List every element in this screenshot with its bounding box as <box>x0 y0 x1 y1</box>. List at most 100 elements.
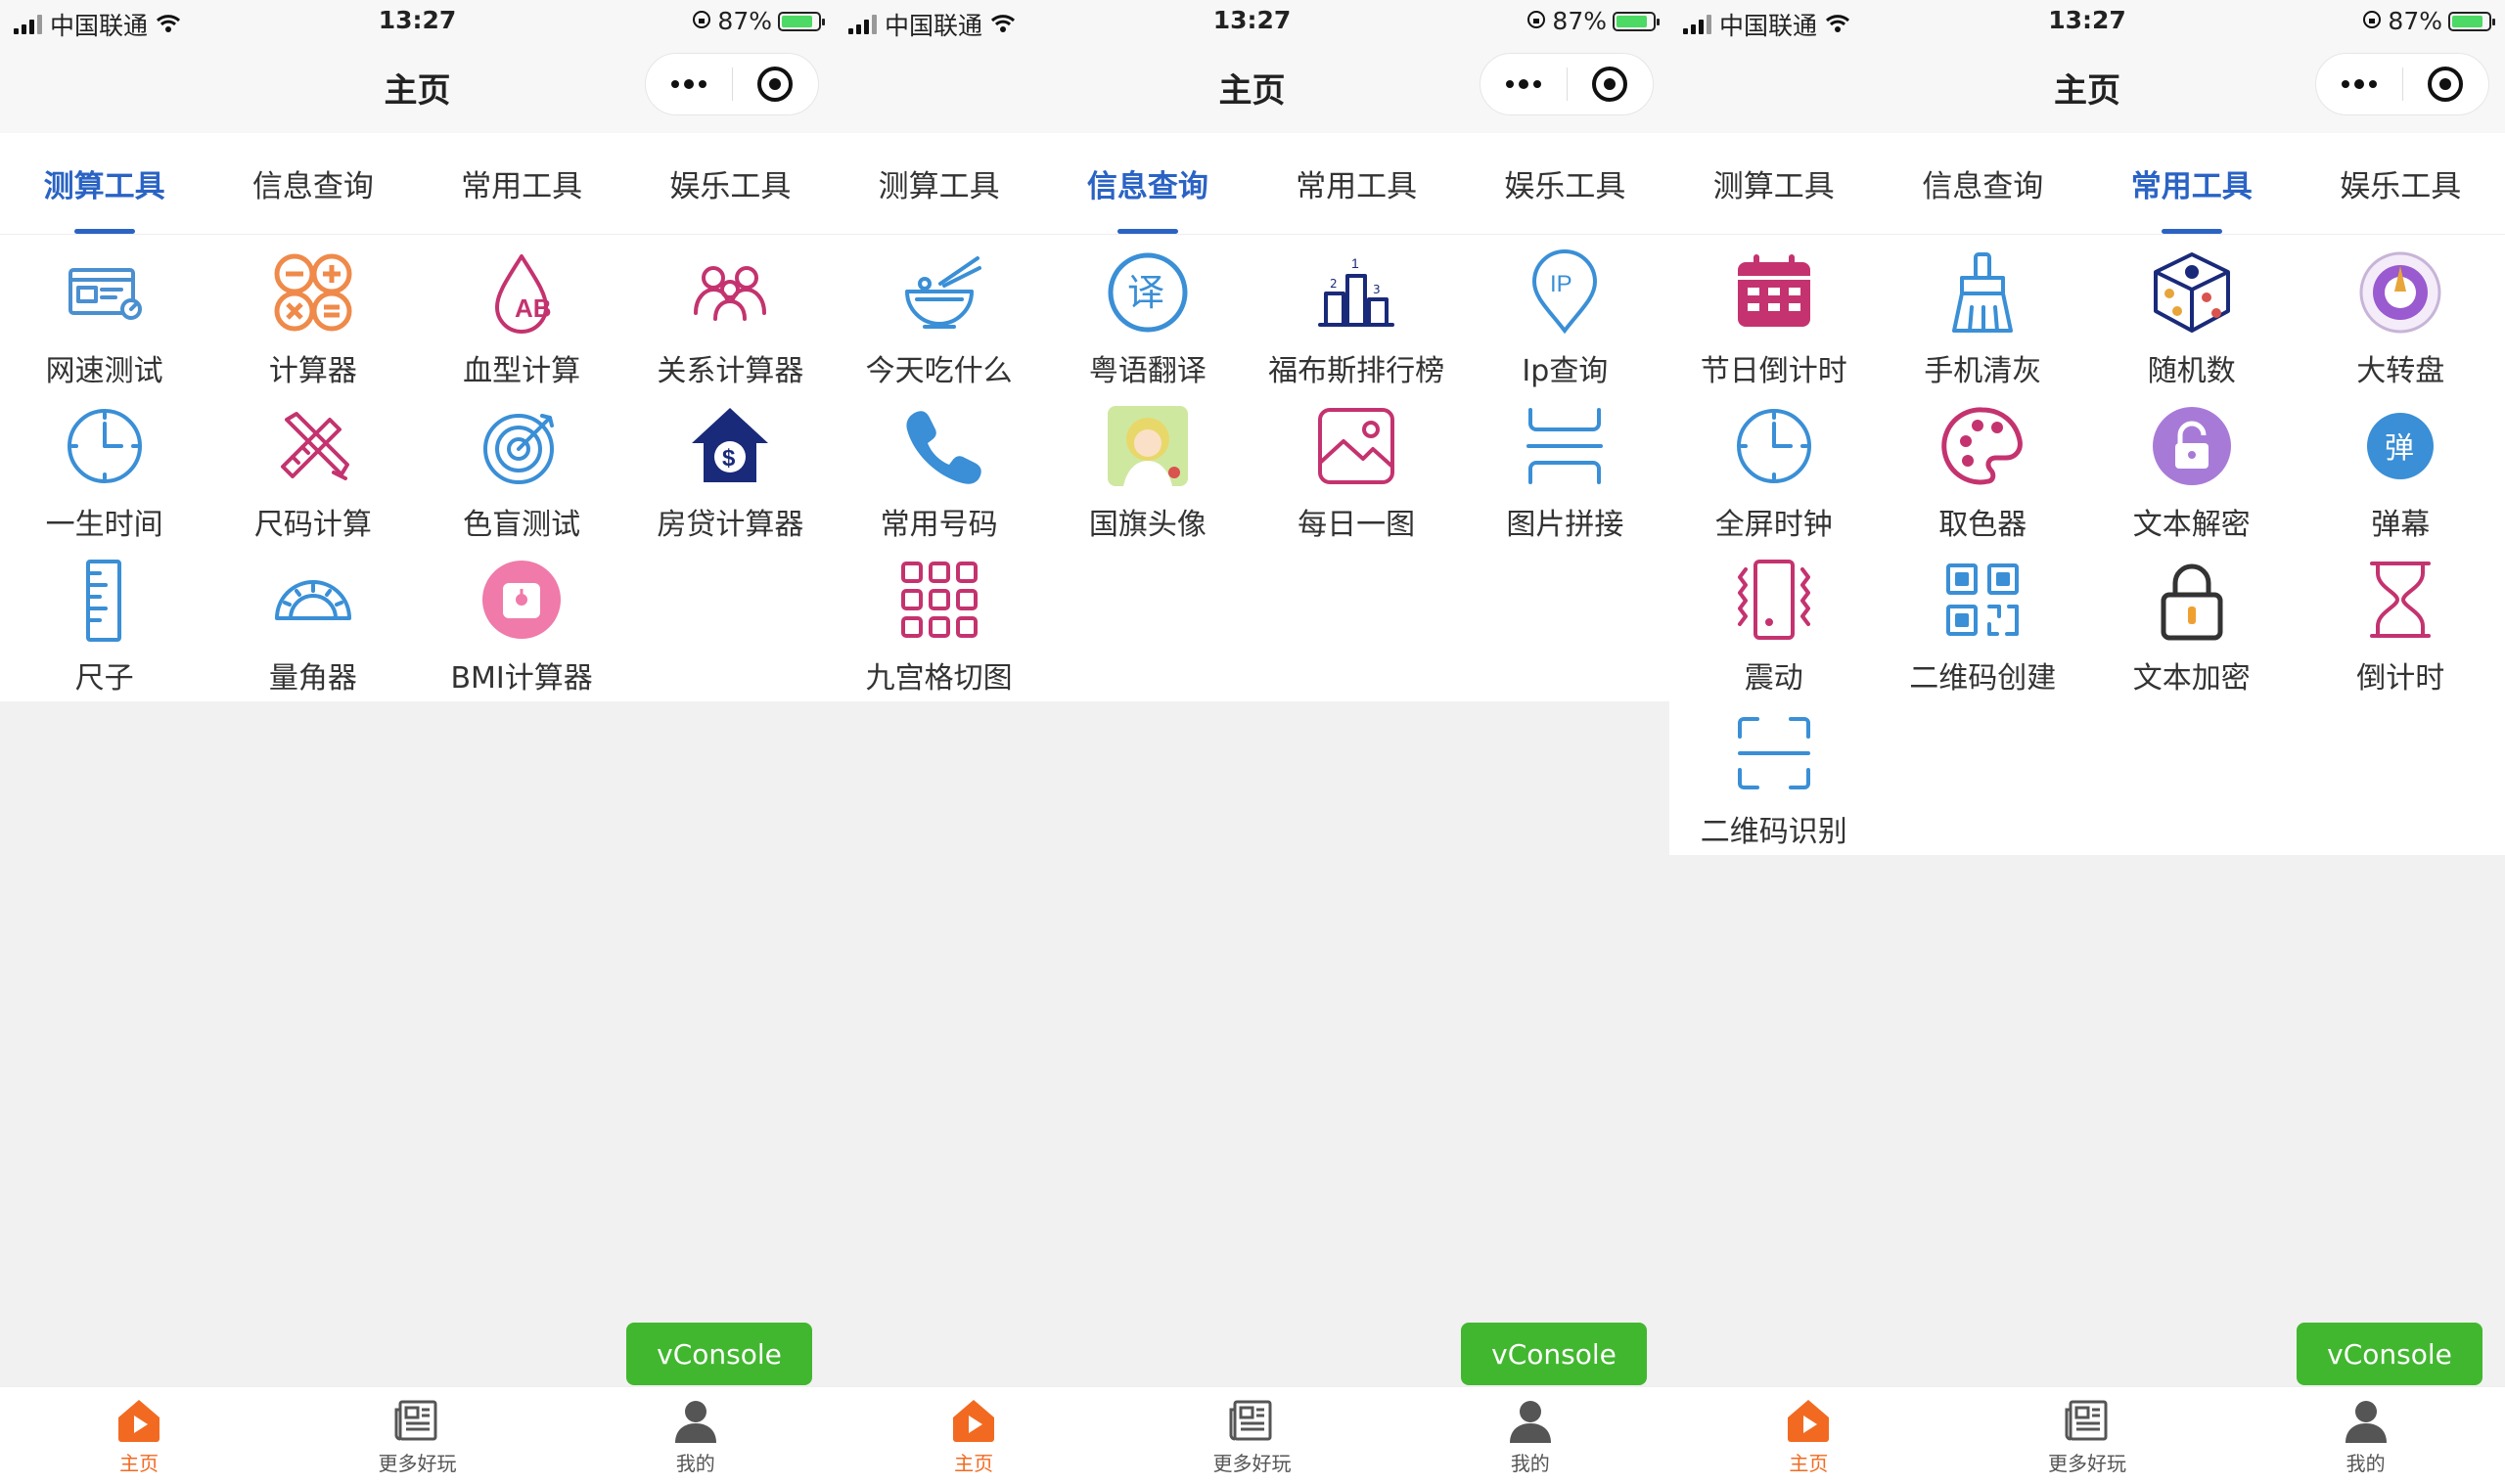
tool-label: 随机数 <box>2147 354 2236 388</box>
tool-item[interactable]: 常用号码 <box>835 388 1043 542</box>
home-play-icon <box>948 1395 999 1446</box>
tool-label: 常用号码 <box>880 508 998 542</box>
qrcode-icon <box>1937 556 2027 644</box>
house-dollar-icon: $ <box>685 402 775 490</box>
vconsole-button[interactable]: vConsole <box>2297 1323 2482 1385</box>
tool-item[interactable]: 取色器 <box>1879 388 2088 542</box>
tool-item[interactable]: 图片拼接 <box>1461 388 1669 542</box>
more-button[interactable] <box>1480 54 1567 114</box>
close-miniprogram-button[interactable] <box>1568 54 1654 114</box>
tab-1[interactable]: 信息查询 <box>1043 133 1252 234</box>
tool-item[interactable]: 尺子 <box>0 542 208 696</box>
tool-item[interactable]: 震动 <box>1669 542 1879 696</box>
tool-item[interactable]: 国旗头像 <box>1043 388 1252 542</box>
ruler-pencil-icon <box>268 402 358 490</box>
bottom-tab-1[interactable]: 更多好玩 <box>278 1387 556 1484</box>
tool-item[interactable]: 弹 弹幕 <box>2297 388 2505 542</box>
tool-label: 九宫格切图 <box>865 661 1013 696</box>
tab-0[interactable]: 测算工具 <box>1669 133 1879 234</box>
bottom-tab-bar: 主页 更多好玩 我的 <box>835 1386 1669 1484</box>
tool-item[interactable]: 全屏时钟 <box>1669 388 1879 542</box>
tab-1[interactable]: 信息查询 <box>208 133 417 234</box>
mini-program-capsule <box>2315 53 2489 115</box>
tool-item[interactable]: 今天吃什么 <box>835 235 1043 388</box>
svg-text:3: 3 <box>1373 283 1381 296</box>
close-miniprogram-button[interactable] <box>733 54 819 114</box>
target-circle-icon <box>2428 67 2464 102</box>
vconsole-button[interactable]: vConsole <box>1461 1323 1647 1385</box>
tool-item[interactable]: 每日一图 <box>1252 388 1461 542</box>
battery-icon <box>2448 11 2495 31</box>
bottom-tab-0[interactable]: 主页 <box>0 1387 278 1484</box>
tool-label: 今天吃什么 <box>865 354 1013 388</box>
tab-0[interactable]: 测算工具 <box>0 133 208 234</box>
calendar-icon <box>1729 248 1819 337</box>
unlock-icon <box>2147 402 2237 490</box>
bottom-tab-2[interactable]: 我的 <box>1391 1387 1669 1484</box>
user-icon <box>670 1395 721 1446</box>
bottom-tab-0[interactable]: 主页 <box>835 1387 1113 1484</box>
tool-item[interactable]: 文本加密 <box>2087 542 2297 696</box>
vconsole-button[interactable]: vConsole <box>626 1323 812 1385</box>
tab-3[interactable]: 娱乐工具 <box>1461 133 1669 234</box>
tool-label: 网速测试 <box>45 354 163 388</box>
more-button[interactable] <box>646 54 732 114</box>
tool-item[interactable]: 大转盘 <box>2297 235 2505 388</box>
tab-0[interactable]: 测算工具 <box>835 133 1043 234</box>
tool-label: 取色器 <box>1938 508 2027 542</box>
tool-item[interactable]: 译 粤语翻译 <box>1043 235 1252 388</box>
bottom-tab-2[interactable]: 我的 <box>557 1387 835 1484</box>
tool-item[interactable]: 倒计时 <box>2297 542 2505 696</box>
tool-item[interactable]: 随机数 <box>2087 235 2297 388</box>
tab-2[interactable]: 常用工具 <box>418 133 626 234</box>
phone-icon <box>894 402 984 490</box>
tool-item[interactable]: 手机清灰 <box>1879 235 2088 388</box>
tab-2[interactable]: 常用工具 <box>2087 133 2297 234</box>
tool-item[interactable]: AB 血型计算 <box>418 235 626 388</box>
tool-item[interactable]: BMI计算器 <box>418 542 626 696</box>
tool-item[interactable]: 量角器 <box>208 542 417 696</box>
bottom-tab-1[interactable]: 更多好玩 <box>1948 1387 2227 1484</box>
svg-text:译: 译 <box>1127 271 1164 314</box>
tool-item[interactable]: 文本解密 <box>2087 388 2297 542</box>
battery-icon <box>778 11 825 31</box>
vibrate-icon <box>1729 556 1819 644</box>
news-icon <box>1226 1395 1277 1446</box>
bottom-tab-bar: 主页 更多好玩 我的 <box>1669 1386 2505 1484</box>
bottom-tab-label: 主页 <box>1789 1452 1829 1475</box>
tool-item[interactable]: 计算器 <box>208 235 417 388</box>
ip-pin-icon: IP <box>1520 248 1610 337</box>
svg-text:IP: IP <box>1550 271 1572 297</box>
tool-item[interactable]: 12 3 福布斯排行榜 <box>1252 235 1461 388</box>
tool-item[interactable]: 二维码识别 <box>1669 696 1879 849</box>
tool-item[interactable]: 色盲测试 <box>418 388 626 542</box>
avatar-flag-icon <box>1103 402 1193 490</box>
tool-item[interactable]: 网速测试 <box>0 235 208 388</box>
bottom-tab-2[interactable]: 我的 <box>2226 1387 2505 1484</box>
tab-1[interactable]: 信息查询 <box>1879 133 2088 234</box>
home-play-icon <box>1783 1395 1834 1446</box>
tool-item[interactable]: 九宫格切图 <box>835 542 1043 696</box>
tab-3[interactable]: 娱乐工具 <box>626 133 835 234</box>
tool-item[interactable]: 关系计算器 <box>626 235 835 388</box>
tool-item[interactable]: $ 房贷计算器 <box>626 388 835 542</box>
bottom-tab-0[interactable]: 主页 <box>1669 1387 1948 1484</box>
relationship-icon <box>685 248 775 337</box>
rotation-lock-icon <box>692 7 711 35</box>
bottom-tab-label: 更多好玩 <box>378 1452 457 1475</box>
close-miniprogram-button[interactable] <box>2403 54 2489 114</box>
more-button[interactable] <box>2316 54 2402 114</box>
tool-item[interactable]: 节日倒计时 <box>1669 235 1879 388</box>
translate-icon: 译 <box>1103 248 1193 337</box>
tool-label: 色盲测试 <box>463 508 581 542</box>
tool-item[interactable]: IP Ip查询 <box>1461 235 1669 388</box>
more-dots-icon <box>670 78 706 89</box>
bowl-icon <box>894 248 984 337</box>
tool-label: 房贷计算器 <box>657 508 804 542</box>
tool-item[interactable]: 一生时间 <box>0 388 208 542</box>
tab-3[interactable]: 娱乐工具 <box>2297 133 2505 234</box>
tool-item[interactable]: 尺码计算 <box>208 388 417 542</box>
bottom-tab-1[interactable]: 更多好玩 <box>1113 1387 1390 1484</box>
tool-item[interactable]: 二维码创建 <box>1879 542 2088 696</box>
tab-2[interactable]: 常用工具 <box>1252 133 1461 234</box>
